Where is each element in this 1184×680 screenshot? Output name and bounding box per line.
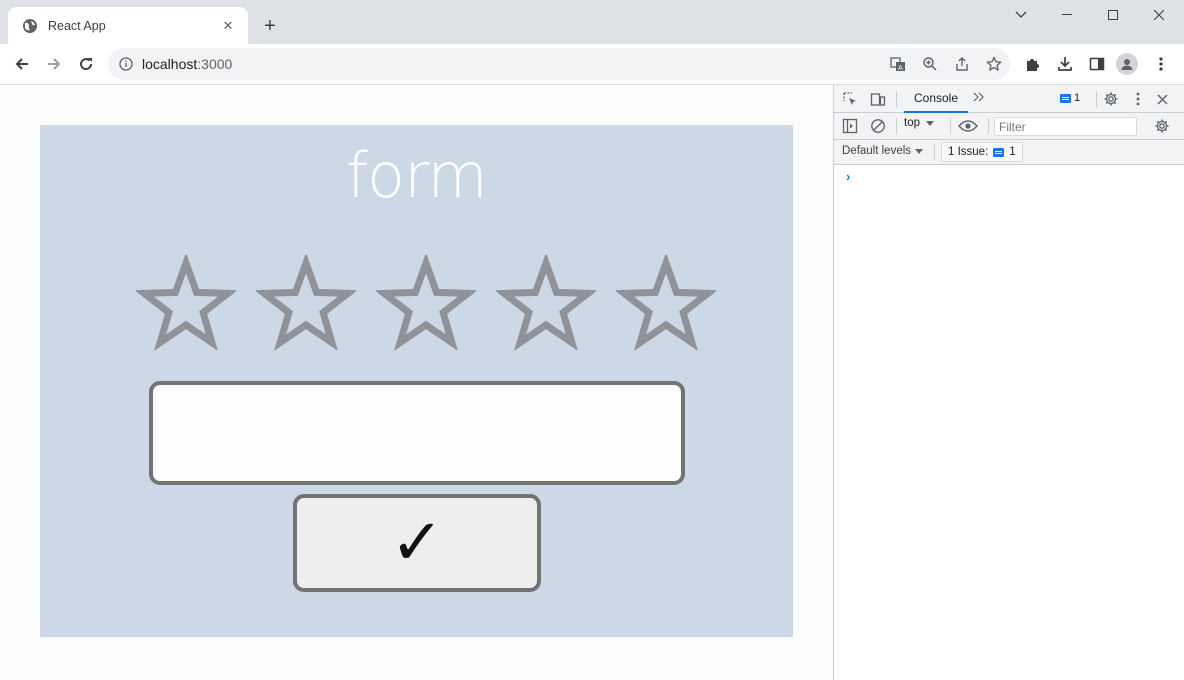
side-panel-icon[interactable]: [1084, 51, 1110, 77]
devtools-close-icon[interactable]: [1152, 89, 1172, 109]
url-host: localhost: [142, 56, 198, 72]
extensions-icon[interactable]: [1020, 51, 1046, 77]
form-card: form ✓: [40, 125, 793, 637]
url-port: :3000: [197, 56, 233, 72]
submit-button[interactable]: ✓: [293, 494, 541, 592]
browser-toolbar: localhost:3000 A: [0, 44, 1184, 85]
devtools-kebab-icon[interactable]: [1128, 89, 1148, 109]
issues-count: 1: [1009, 146, 1016, 158]
profile-avatar[interactable]: [1114, 51, 1140, 77]
star-3-icon[interactable]: [366, 255, 486, 355]
minimize-icon[interactable]: [1044, 0, 1090, 30]
address-bar[interactable]: localhost:3000 A: [108, 48, 1010, 80]
zoom-icon[interactable]: [914, 48, 946, 80]
eye-icon[interactable]: [958, 116, 978, 136]
default-levels-dropdown[interactable]: Default levels: [842, 145, 924, 157]
divider: [934, 144, 935, 160]
close-window-icon[interactable]: [1136, 0, 1182, 30]
context-selector[interactable]: top: [904, 117, 934, 129]
person-icon: [1116, 53, 1138, 75]
checkmark-icon: ✓: [390, 506, 444, 580]
context-label: top: [904, 117, 920, 129]
devtools-tabbar: Console 1: [834, 85, 1184, 113]
tab-close-icon[interactable]: ✕: [218, 16, 238, 36]
console-levels-bar: Default levels 1 Issue: 1: [834, 140, 1184, 165]
bookmark-star-icon[interactable]: [978, 48, 1010, 80]
svg-text:A: A: [898, 64, 903, 72]
new-tab-icon[interactable]: +: [258, 14, 282, 38]
divider: [1096, 91, 1097, 107]
divider: [988, 118, 989, 134]
inspect-element-icon[interactable]: [840, 89, 860, 109]
form-title: form: [346, 139, 488, 212]
share-icon[interactable]: [946, 48, 978, 80]
menu-kebab-icon[interactable]: [1148, 51, 1174, 77]
message-icon: [1060, 93, 1071, 103]
dropdown-caret-icon: [926, 120, 934, 126]
issues-button[interactable]: 1 Issue: 1: [941, 142, 1023, 162]
download-icon[interactable]: [1052, 51, 1078, 77]
dropdown-caret-icon: [915, 148, 924, 154]
settings-gear-icon[interactable]: [1101, 89, 1121, 109]
star-5-icon[interactable]: [606, 255, 726, 355]
site-info-icon[interactable]: [118, 56, 134, 72]
browser-tab[interactable]: React App ✕: [8, 7, 248, 44]
maximize-icon[interactable]: [1090, 0, 1136, 30]
tab-console[interactable]: Console: [904, 85, 968, 113]
divider: [950, 118, 951, 134]
star-2-icon[interactable]: [246, 255, 366, 355]
message-icon: [993, 147, 1005, 157]
console-prompt[interactable]: ›: [846, 169, 850, 184]
review-input[interactable]: [149, 381, 685, 485]
translate-icon[interactable]: A: [882, 48, 914, 80]
globe-icon: [22, 18, 38, 34]
issues-badge-count: 1: [1074, 92, 1081, 104]
more-tabs-icon[interactable]: [972, 91, 986, 106]
sidebar-toggle-icon[interactable]: [840, 116, 860, 136]
tab-search-icon[interactable]: [998, 0, 1044, 30]
divider: [896, 118, 897, 134]
console-settings-icon[interactable]: [1152, 116, 1172, 136]
url-text: localhost:3000: [142, 56, 882, 72]
levels-label: Default levels: [842, 145, 912, 157]
reload-icon[interactable]: [72, 50, 100, 78]
star-1-icon[interactable]: [126, 255, 246, 355]
star-4-icon[interactable]: [486, 255, 606, 355]
issues-badge[interactable]: 1: [1060, 92, 1080, 104]
tab-strip: React App ✕ +: [0, 0, 1184, 44]
filter-input[interactable]: [994, 117, 1137, 136]
clear-console-icon[interactable]: [868, 116, 888, 136]
tab-title: React App: [48, 18, 106, 33]
device-toolbar-icon[interactable]: [868, 89, 888, 109]
forward-icon[interactable]: [40, 50, 68, 78]
back-icon[interactable]: [8, 50, 36, 78]
star-rating: [126, 255, 726, 355]
page-viewport: form ✓: [0, 85, 833, 680]
console-toolbar: top: [834, 113, 1184, 140]
divider: [896, 91, 897, 107]
issues-label: 1 Issue:: [948, 146, 989, 158]
devtools-panel: Console 1 top Filter Default levels 1 Is…: [833, 85, 1184, 680]
